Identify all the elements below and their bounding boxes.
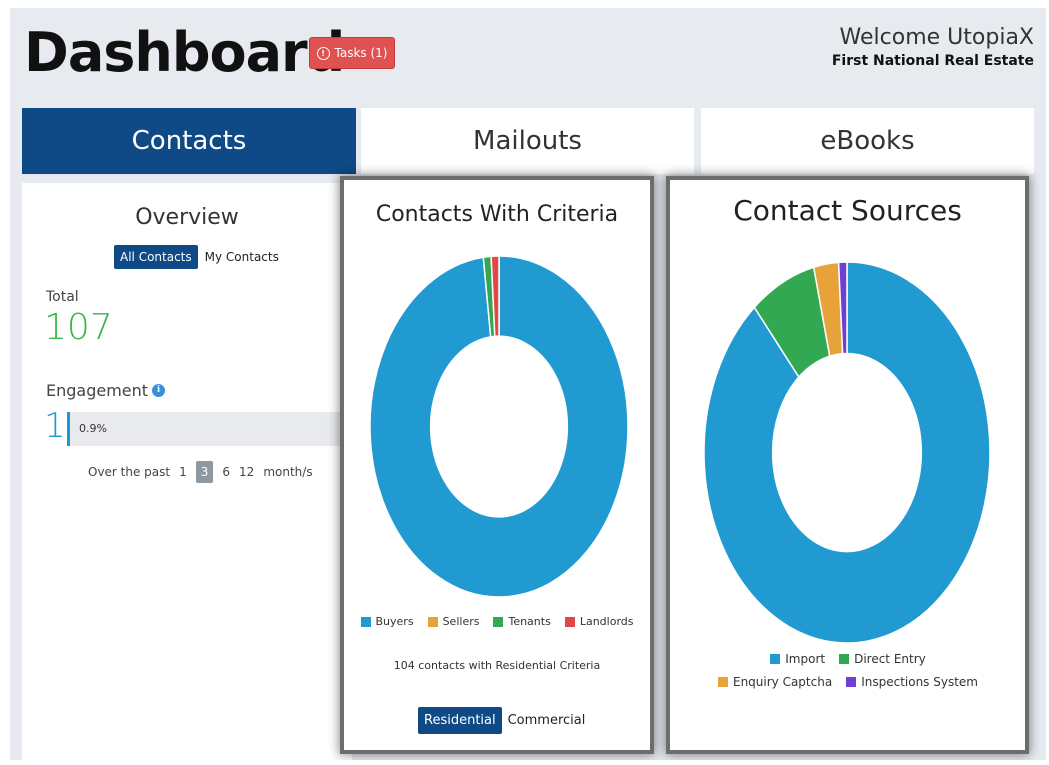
legend-swatch <box>717 677 728 687</box>
legend-item-buyers[interactable]: Buyers <box>360 615 414 628</box>
engagement-progress-bar: 0.9% <box>67 412 352 446</box>
legend-label: Landlords <box>579 615 634 628</box>
legend-swatch <box>770 654 781 664</box>
legend-item-inspections-system[interactable]: Inspections System <box>846 675 978 689</box>
info-icon[interactable]: i <box>152 384 166 397</box>
engagement-label: Engagement <box>46 381 149 400</box>
legend-swatch <box>839 654 850 664</box>
legend-item-enquiry-captcha[interactable]: Enquiry Captcha <box>717 675 833 689</box>
total-label: Total <box>46 289 79 305</box>
total-value: 107 <box>44 307 113 348</box>
contact-sources-card: Contact Sources Import Direct Entry Enquir… <box>670 180 1025 750</box>
period-option-12[interactable]: 12 <box>239 465 254 479</box>
tab-mailouts[interactable]: Mailouts <box>361 108 694 174</box>
legend-item-tenants[interactable]: Tenants <box>493 615 551 628</box>
engagement-progress-fill <box>67 412 70 446</box>
engagement-value: 1 <box>44 406 66 446</box>
legend-item-direct-entry[interactable]: Direct Entry <box>839 652 926 666</box>
contacts-scope-toggle: All Contacts My Contacts <box>114 245 282 269</box>
all-contacts-button[interactable]: All Contacts <box>114 245 198 269</box>
dashboard-app: Dashboard ! Tasks (1) Welcome UtopiaX Fi… <box>10 8 1046 760</box>
legend-label: Direct Entry <box>854 652 926 666</box>
legend-item-sellers[interactable]: Sellers <box>427 615 480 628</box>
criteria-donut-chart <box>369 255 629 598</box>
tab-ebooks[interactable]: eBooks <box>701 108 1034 174</box>
criteria-count-text: 104 contacts with Residential Criteria <box>393 659 601 672</box>
period-unit: month/s <box>263 465 313 479</box>
period-label: Over the past <box>88 465 171 479</box>
contacts-with-criteria-card: Contacts With Criteria Buyers Sellers Tena… <box>344 180 650 750</box>
legend-item-import[interactable]: Import <box>770 652 825 666</box>
period-option-3[interactable]: 3 <box>195 461 214 483</box>
legend-swatch <box>493 616 504 627</box>
legend-label: Sellers <box>442 615 480 628</box>
tab-contacts[interactable]: Contacts <box>22 108 356 174</box>
period-option-6[interactable]: 6 <box>222 465 230 479</box>
sources-chart-title: Contact Sources <box>733 194 962 227</box>
legend-label: Import <box>785 652 826 666</box>
legend-swatch <box>360 616 371 627</box>
legend-swatch <box>846 677 857 687</box>
company-name: First National Real Estate <box>831 53 1034 69</box>
criteria-legend: Buyers Sellers Tenants Landlords <box>344 615 650 628</box>
legend-item-landlords[interactable]: Landlords <box>564 615 634 628</box>
engagement-label-row: Engagement i <box>46 381 166 400</box>
legend-swatch <box>564 616 575 627</box>
alert-icon: ! <box>316 46 330 60</box>
legend-label: Tenants <box>508 615 551 628</box>
criteria-chart-title: Contacts With Criteria <box>375 202 619 227</box>
legend-label: Buyers <box>375 615 414 628</box>
page-title: Dashboard <box>24 21 345 84</box>
tasks-button[interactable]: ! Tasks (1) <box>309 37 395 69</box>
engagement-percent: 0.9% <box>79 422 107 435</box>
tasks-label: Tasks (1) <box>334 46 388 60</box>
overview-panel: Overview All Contacts My Contacts Total … <box>22 183 352 760</box>
my-contacts-button[interactable]: My Contacts <box>202 245 282 269</box>
commercial-button[interactable]: Commercial <box>508 713 586 728</box>
residential-button[interactable]: Residential <box>418 707 502 734</box>
sources-legend: Import Direct Entry Enquiry Captcha Inspect… <box>708 652 988 689</box>
legend-swatch <box>427 616 438 627</box>
overview-title: Overview <box>135 205 239 230</box>
welcome-block: Welcome UtopiaX First National Real Esta… <box>832 24 1034 70</box>
legend-label: Enquiry Captcha <box>732 675 833 689</box>
welcome-text: Welcome UtopiaX <box>839 25 1034 50</box>
period-selector: Over the past 1 3 6 12 month/s <box>88 461 313 483</box>
period-option-1[interactable]: 1 <box>179 465 187 479</box>
sources-donut-chart <box>703 261 991 644</box>
criteria-type-toggle: Residential Commercial <box>418 707 585 734</box>
legend-label: Inspections System <box>861 675 978 689</box>
